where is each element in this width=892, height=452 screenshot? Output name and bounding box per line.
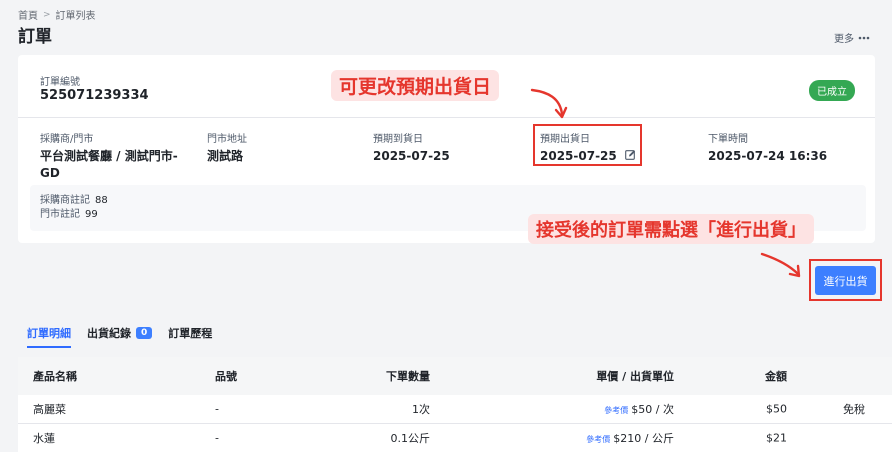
- order-items-table: 產品名稱 品號 下單數量 單價 / 出貨單位 金額 高麗菜 - 1次 參考價 $5…: [18, 357, 892, 452]
- tab-label: 出貨紀錄: [87, 327, 131, 340]
- count-badge: 0: [136, 327, 153, 339]
- more-label: 更多: [834, 34, 854, 45]
- tab-order-history[interactable]: 訂單歷程: [168, 325, 212, 347]
- table-header: 產品名稱 品號 下單數量 單價 / 出貨單位 金額: [18, 357, 892, 395]
- reference-price-tag: 參考價: [586, 435, 611, 444]
- breadcrumb: 首頁 > 訂單列表: [18, 7, 96, 23]
- price-value: $210 / 公斤: [613, 432, 674, 445]
- breadcrumb-current[interactable]: 訂單列表: [56, 7, 96, 22]
- card-divider: [18, 117, 875, 118]
- page-title: 訂單: [18, 27, 52, 47]
- buyer-note-value: 88: [95, 195, 108, 206]
- amount: $50: [766, 402, 787, 416]
- header-product-code: 品號: [215, 370, 237, 383]
- ship-date-highlight: [533, 124, 642, 166]
- ship-button[interactable]: 進行出貨: [815, 266, 876, 295]
- status-badge: 已成立: [809, 80, 855, 101]
- arrival-date-value: 2025-07-25: [373, 149, 450, 163]
- header-unit-price: 單價 / 出貨單位: [596, 370, 674, 383]
- tab-label: 訂單明細: [27, 327, 71, 340]
- product-name: 高麗菜: [33, 403, 66, 416]
- store-note-label: 門市註記: [40, 209, 80, 220]
- tab-order-details[interactable]: 訂單明細: [27, 325, 71, 348]
- table-row: 水蓮 - 0.1公斤 參考價 $210 / 公斤 $21: [18, 424, 892, 452]
- arrival-date-field: 預期到貨日 2025-07-25: [373, 130, 450, 165]
- buyer-field: 採購商/門市 平台測試餐廳 / 測試門市-GD: [40, 130, 190, 182]
- product-code: -: [215, 431, 219, 445]
- price-value: $50 / 次: [631, 403, 674, 416]
- callout-arrow-icon: [530, 88, 568, 119]
- header-product-name: 產品名稱: [33, 370, 77, 383]
- order-time-label: 下單時間: [708, 134, 748, 145]
- address-value: 測試路: [207, 149, 244, 163]
- quantity: 1次: [412, 403, 430, 416]
- edit-ship-date-callout: 可更改預期出貨日: [331, 70, 500, 101]
- order-number: 525071239334: [40, 88, 149, 103]
- tax-status: 免稅: [843, 403, 865, 416]
- tab-label: 訂單歷程: [168, 327, 213, 340]
- store-note-value: 99: [85, 209, 98, 220]
- product-code: -: [215, 402, 219, 416]
- reference-price-tag: 參考價: [604, 406, 629, 415]
- callout-arrow-icon: [760, 252, 801, 278]
- header-quantity: 下單數量: [386, 370, 430, 383]
- buyer-note: 採購商註記 88: [40, 194, 856, 208]
- buyer-value: 平台測試餐廳 / 測試門市-GD: [40, 149, 178, 180]
- more-menu-button[interactable]: 更多: [834, 30, 870, 45]
- unit-price: 參考價 $50 / 次: [604, 401, 674, 417]
- order-time-field: 下單時間 2025-07-24 16:36: [708, 130, 827, 165]
- order-time-value: 2025-07-24 16:36: [708, 149, 828, 163]
- unit-price: 參考價 $210 / 公斤: [586, 430, 674, 446]
- tab-bar: 訂單明細 出貨紀錄 0 訂單歷程: [27, 325, 212, 348]
- address-field: 門市地址 測試路: [207, 130, 247, 165]
- quantity: 0.1公斤: [390, 432, 431, 445]
- breadcrumb-separator: >: [43, 9, 51, 20]
- arrival-date-label: 預期到貨日: [373, 134, 423, 145]
- buyer-note-label: 採購商註記: [40, 195, 90, 206]
- breadcrumb-home[interactable]: 首頁: [18, 7, 38, 22]
- ellipsis-icon: [858, 32, 870, 43]
- product-name: 水蓮: [33, 432, 55, 445]
- header-amount: 金額: [765, 370, 787, 383]
- tab-shipment-records[interactable]: 出貨紀錄 0: [87, 325, 153, 347]
- amount: $21: [766, 431, 787, 445]
- address-label: 門市地址: [207, 134, 247, 145]
- ship-instruction-callout: 接受後的訂單需點選「進行出貨」: [528, 214, 814, 244]
- buyer-label: 採購商/門市: [40, 134, 94, 145]
- order-number-label: 訂單編號: [40, 77, 80, 88]
- table-row: 高麗菜 - 1次 參考價 $50 / 次 $50 免稅: [18, 395, 892, 424]
